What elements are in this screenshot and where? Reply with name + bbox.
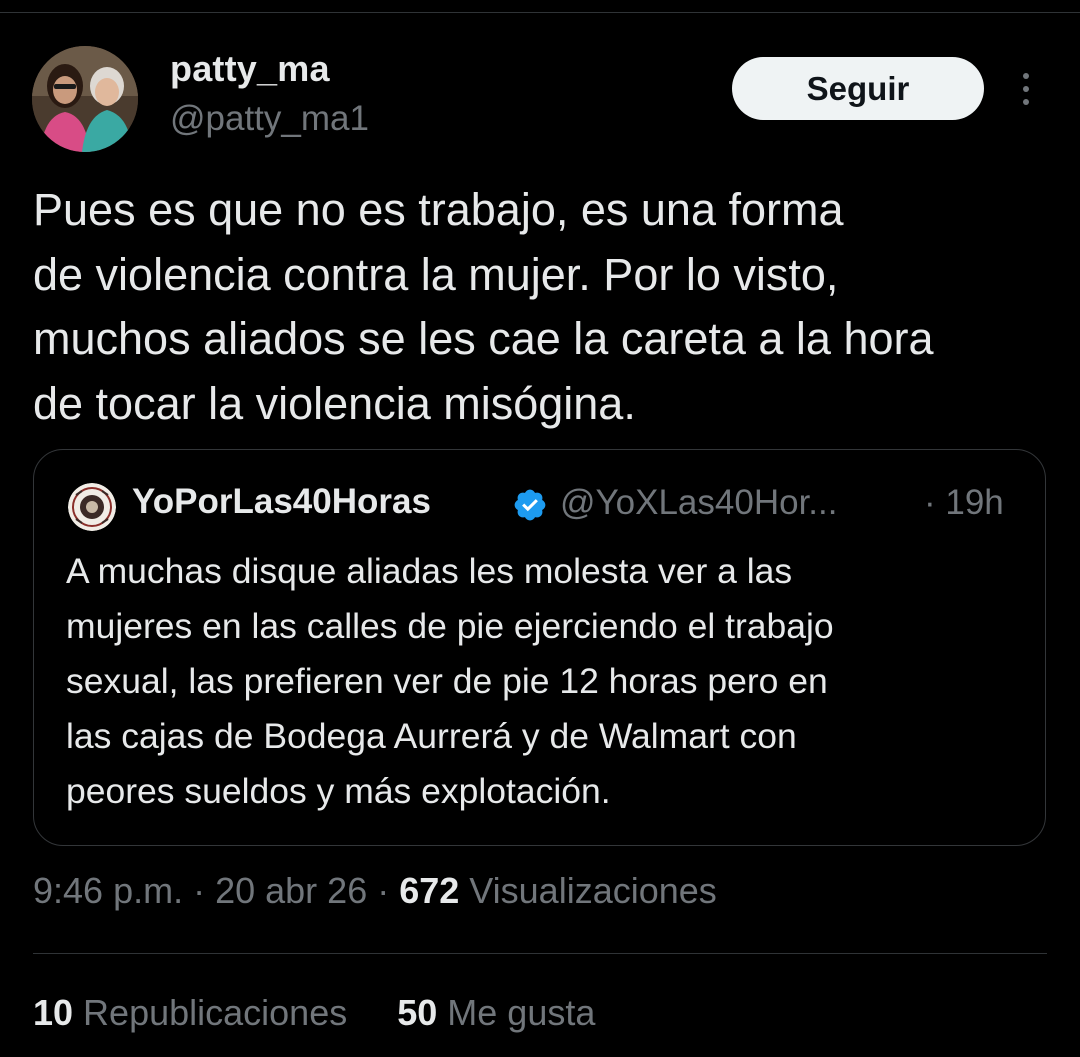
top-divider	[0, 12, 1080, 13]
likes-stat[interactable]: 50 Me gusta	[397, 992, 595, 1033]
tweet-time[interactable]: 9:46 p.m.	[33, 870, 183, 911]
stats-divider	[33, 953, 1047, 954]
tweet-text-line: muchos aliados se les cae la careta a la…	[33, 313, 934, 364]
more-dot	[1023, 86, 1029, 92]
quoted-tweet-card[interactable]: YoPorLas40Horas @YoXLas40Hor... · 19h A …	[33, 449, 1046, 846]
author-avatar[interactable]	[32, 46, 138, 152]
quote-text-line: mujeres en las calles de pie ejerciendo …	[66, 606, 834, 646]
more-dot	[1023, 99, 1029, 105]
meta-separator: ·	[183, 870, 216, 911]
likes-label: Me gusta	[437, 992, 596, 1033]
quote-author-avatar[interactable]	[68, 483, 116, 531]
follow-button[interactable]: Seguir	[732, 57, 984, 120]
quote-text-line: peores sueldos y más explotación.	[66, 771, 611, 811]
meta-separator: ·	[367, 870, 400, 911]
views-count: 672	[399, 870, 460, 911]
author-display-name[interactable]: patty_ma	[170, 48, 330, 90]
tweet-date[interactable]: 20 abr 26	[215, 870, 367, 911]
quote-text-line: sexual, las prefieren ver de pie 12 hora…	[66, 661, 828, 701]
tweet-text: Pues es que no es trabajo, es una forma …	[33, 178, 1063, 436]
reposts-label: Republicaciones	[73, 992, 348, 1033]
tweet-text-line: de violencia contra la mujer. Por lo vis…	[33, 248, 839, 300]
tweet-text-line: Pues es que no es trabajo, es una forma	[33, 184, 844, 235]
tweet-stats: 10 Republicaciones 50 Me gusta	[33, 992, 595, 1034]
avatar-photo-icon	[32, 46, 138, 152]
views-label: Visualizaciones	[459, 870, 717, 911]
tweet-meta: 9:46 p.m. · 20 abr 26 · 672 Visualizacio…	[33, 870, 717, 912]
quote-text-line: A muchas disque aliadas les molesta ver …	[66, 551, 793, 591]
reposts-stat[interactable]: 10 Republicaciones	[33, 992, 347, 1033]
quote-author-display-name[interactable]: YoPorLas40Horas	[132, 482, 431, 522]
quote-text-line: las cajas de Bodega Aurrerá y de Walmart…	[66, 716, 797, 756]
quote-text: A muchas disque aliadas les molesta ver …	[66, 544, 1026, 819]
more-vertical-icon[interactable]	[1010, 66, 1042, 112]
tweet-text-line: de tocar la violencia misógina.	[33, 377, 636, 429]
author-handle[interactable]: @patty_ma1	[170, 99, 369, 139]
reposts-count: 10	[33, 992, 74, 1033]
quote-avatar-logo-icon	[68, 483, 116, 531]
verified-badge-icon	[514, 489, 546, 521]
more-dot	[1023, 73, 1029, 79]
likes-count: 50	[397, 992, 438, 1033]
quote-timestamp[interactable]: · 19h	[924, 483, 1004, 523]
quote-author-handle[interactable]: @YoXLas40Hor...	[560, 483, 837, 523]
